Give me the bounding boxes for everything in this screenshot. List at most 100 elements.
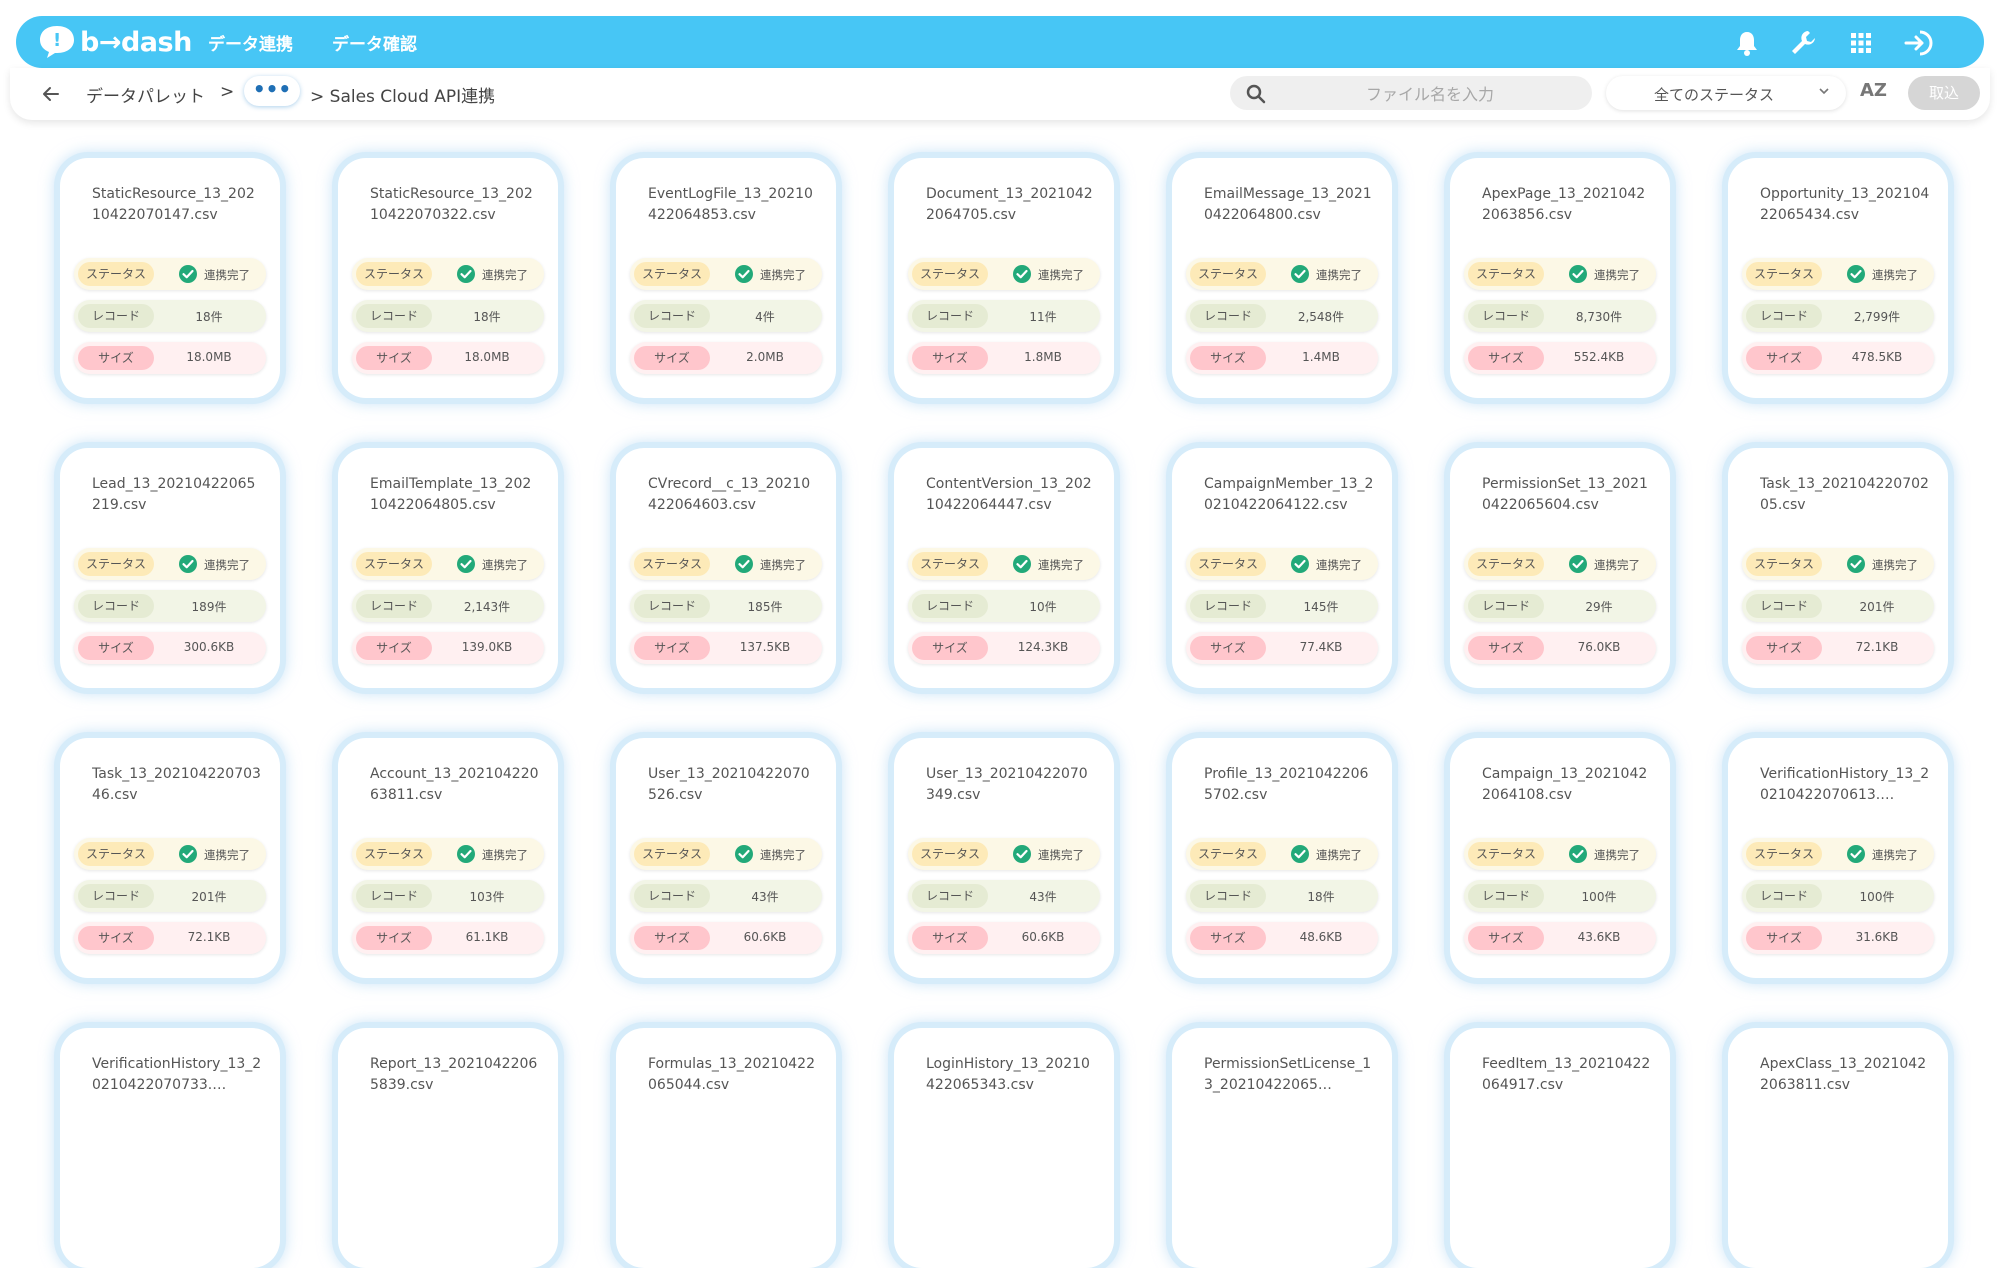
file-card[interactable]: User_13_20210422070526.csv ステータス 連携完了 レコード 4… — [616, 738, 836, 978]
record-label: レコード — [356, 594, 432, 618]
file-card[interactable]: VerificationHistory_13_20210422070613.… ス… — [1728, 738, 1948, 978]
file-card[interactable]: LoginHistory_13_20210422065343.csv — [894, 1028, 1114, 1268]
file-size: 139.0KB — [461, 640, 513, 654]
size-label: サイズ — [1468, 346, 1544, 370]
nav-data-integration[interactable]: データ連携 — [208, 30, 293, 55]
sort-az-button[interactable]: AZ — [1860, 80, 1887, 101]
size-row: サイズ 18.0MB — [74, 342, 266, 374]
check-circle-icon — [1569, 265, 1587, 283]
record-count: 18件 — [473, 310, 501, 324]
status-value: 連携完了 — [1872, 558, 1918, 572]
file-card[interactable]: ApexPage_13_2021042206385​6.csv ステータス 連携完了… — [1450, 158, 1670, 398]
file-size: 18.0MB — [186, 350, 232, 364]
size-label: サイズ — [356, 636, 432, 660]
status-row: ステータス 連携完了 — [1464, 838, 1656, 870]
check-circle-icon — [1013, 265, 1031, 283]
app-logo[interactable]: ! b→dash — [38, 22, 192, 62]
file-card[interactable]: VerificationHistory_13_20210422070733.… — [60, 1028, 280, 1268]
file-card[interactable]: Task_13_20210422070205.csv ステータス 連携完了 レコード 2… — [1728, 448, 1948, 688]
status-row: ステータス 連携完了 — [1186, 838, 1378, 870]
status-value: 連携完了 — [1316, 848, 1362, 862]
status-row: ステータス 連携完了 — [630, 548, 822, 580]
file-card[interactable]: CVrecord__c_13_20210422064603.csv ステータス 連携… — [616, 448, 836, 688]
file-card[interactable]: Lead_13_20210422065219.csv ステータス 連携完了 レコード 1… — [60, 448, 280, 688]
record-count: 18件 — [195, 310, 223, 324]
size-label: サイズ — [78, 926, 154, 950]
file-card[interactable]: StaticResource_13_20210422070322.csv ステータ… — [338, 158, 558, 398]
status-label: ステータス — [912, 262, 988, 286]
search-input[interactable] — [1278, 76, 1582, 112]
status-row: ステータス 連携完了 — [1186, 548, 1378, 580]
file-card[interactable]: Formulas_13_20210422065044.csv — [616, 1028, 836, 1268]
breadcrumb-more-button[interactable]: ••• — [244, 76, 300, 106]
file-card[interactable]: EmailTemplate_13_20210422064805.csv ステータス… — [338, 448, 558, 688]
file-card[interactable]: User_13_20210422070349.csv ステータス 連携完了 レコード 4… — [894, 738, 1114, 978]
status-row: ステータス 連携完了 — [74, 838, 266, 870]
record-label: レコード — [1468, 594, 1544, 618]
status-row: ステータス 連携完了 — [630, 838, 822, 870]
check-circle-icon — [735, 845, 753, 863]
file-card[interactable]: Report_13_20210422065839.csv — [338, 1028, 558, 1268]
file-size: 76.0KB — [1577, 640, 1621, 654]
file-card[interactable]: Campaign_13_20210422064108.csv ステータス 連携完了レ… — [1450, 738, 1670, 978]
file-card[interactable]: FeedItem_13_20210422064917.csv — [1450, 1028, 1670, 1268]
size-row: サイズ 60.6KB — [630, 922, 822, 954]
record-count: 29件 — [1585, 600, 1613, 614]
nav-data-check[interactable]: データ確認 — [332, 30, 417, 55]
file-card[interactable]: StaticResource_13_20210422070147.csv ステータ… — [60, 158, 280, 398]
status-label: ステータス — [1190, 552, 1266, 576]
file-card[interactable]: Document_13_20210422064705.csv ステータス 連携完了レ… — [894, 158, 1114, 398]
wrench-icon[interactable] — [1788, 28, 1818, 58]
file-card[interactable]: ContentVersion_13_20210422064447.csv ステータ… — [894, 448, 1114, 688]
size-row: サイズ 77.4KB — [1186, 632, 1378, 664]
record-count: 2,143件 — [463, 600, 511, 614]
breadcrumb-root[interactable]: データパレット — [86, 82, 205, 107]
file-size: 60.6KB — [1021, 930, 1065, 944]
file-card[interactable]: PermissionSet_13_20210422065604.csv ステータス… — [1450, 448, 1670, 688]
status-filter-select[interactable]: 全てのステータス — [1606, 76, 1846, 110]
status-label: ステータス — [1468, 842, 1544, 866]
back-arrow-icon[interactable] — [40, 84, 62, 104]
record-label: レコード — [912, 884, 988, 908]
status-label: ステータス — [1190, 842, 1266, 866]
file-card[interactable]: EmailMessage_13_20210422064800.csv ステータス 連… — [1172, 158, 1392, 398]
file-card[interactable]: EventLogFile_13_20210422064853.csv ステータス 連… — [616, 158, 836, 398]
size-row: サイズ 61.1KB — [352, 922, 544, 954]
file-card[interactable]: Task_13_20210422070346.csv ステータス 連携完了 レコード 2… — [60, 738, 280, 978]
import-button[interactable]: 取込 — [1908, 76, 1980, 110]
size-row: サイズ 1.8MB — [908, 342, 1100, 374]
bell-icon[interactable] — [1732, 28, 1762, 58]
file-card[interactable]: PermissionSetLicense_13_20210422065… — [1172, 1028, 1392, 1268]
record-label: レコード — [356, 884, 432, 908]
file-name: CVrecord__c_13_20210422064603.csv — [648, 476, 811, 513]
status-label: ステータス — [1746, 262, 1822, 286]
size-label: サイズ — [912, 346, 988, 370]
record-label: レコード — [78, 594, 154, 618]
status-row: ステータス 連携完了 — [1464, 258, 1656, 290]
check-circle-icon — [735, 265, 753, 283]
logout-icon[interactable] — [1902, 28, 1936, 58]
file-card[interactable]: Profile_13_20210422065702.csv ステータス 連携完了 レコ… — [1172, 738, 1392, 978]
logo-bubble-icon: ! — [40, 26, 74, 58]
check-circle-icon — [1847, 555, 1865, 573]
size-label: サイズ — [1746, 636, 1822, 660]
file-size: 77.4KB — [1299, 640, 1343, 654]
breadcrumb-separator: > — [220, 82, 235, 102]
grid-menu-icon[interactable] — [1846, 28, 1876, 58]
record-label: レコード — [634, 304, 710, 328]
size-label: サイズ — [1468, 636, 1544, 660]
file-card[interactable]: Account_13_20210422063811.csv ステータス 連携完了 レコ… — [338, 738, 558, 978]
status-value: 連携完了 — [1038, 268, 1084, 282]
file-card[interactable]: Opportunity_13_20210422065434.csv ステータス 連携… — [1728, 158, 1948, 398]
size-label: サイズ — [356, 346, 432, 370]
size-row: サイズ 2.0MB — [630, 342, 822, 374]
search-icon — [1246, 84, 1266, 104]
file-card[interactable]: CampaignMember_13_20210422064122.csv ステータ… — [1172, 448, 1392, 688]
record-count: 2,799件 — [1853, 310, 1901, 324]
status-label: ステータス — [634, 262, 710, 286]
file-card[interactable]: ApexClass_13_20210422063811.csv — [1728, 1028, 1948, 1268]
file-name: User_13_20210422070526.csv — [648, 766, 810, 803]
file-name: PermissionSet_13_20210422065604.csv — [1482, 476, 1648, 513]
file-size: 124.3KB — [1017, 640, 1069, 654]
check-circle-icon — [1291, 845, 1309, 863]
